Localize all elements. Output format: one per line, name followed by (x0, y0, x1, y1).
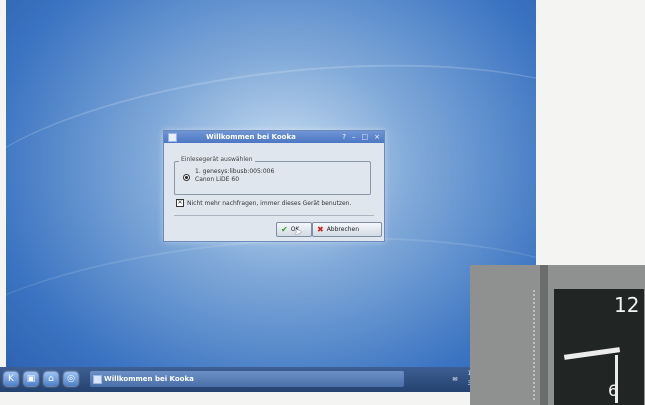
taskbar-task-kooka[interactable]: Willkommen bei Kooka (90, 371, 404, 387)
clock-face: 12 6 (554, 289, 644, 405)
dialog-titlebar[interactable]: Willkommen bei Kooka ? – □ × (164, 131, 384, 143)
device-name: Canon LiDE 60 (195, 176, 240, 183)
device-radio[interactable] (183, 174, 190, 181)
remember-device-option[interactable]: ✕ Nicht mehr nachfragen, immer dieses Ge… (176, 199, 351, 207)
monitor-screen: Willkommen bei Kooka ? – □ × Einlesegerä… (6, 0, 536, 392)
task-label: Willkommen bei Kooka (104, 375, 194, 383)
home-folder-icon[interactable]: ⌂ (44, 372, 58, 386)
mouse-pointer-icon: ➤ (294, 227, 303, 238)
clock-frame-edge (540, 265, 548, 405)
group-label: Einlesegerät auswählen (179, 156, 255, 163)
minimize-button[interactable]: – (352, 131, 356, 143)
welcome-dialog: Willkommen bei Kooka ? – □ × Einlesegerä… (163, 130, 385, 242)
taskbar: K ▣ ⌂ ◎ Willkommen bei Kooka ✉ 1 2 3 4 ⚙… (0, 367, 530, 392)
cancel-label: Abbrechen (326, 226, 360, 233)
kooka-app-icon (168, 133, 177, 142)
hour-hand (563, 347, 621, 360)
cancel-button[interactable]: ✖ Abbrechen (312, 222, 382, 237)
dialog-title: Willkommen bei Kooka (206, 133, 296, 141)
scanner-select-group: Einlesegerät auswählen 1. genesys:libusb… (174, 156, 371, 195)
close-button[interactable]: × (374, 131, 380, 143)
clock-twelve: 12 (614, 293, 640, 317)
device-label[interactable]: 1. genesys:libusb:005:006 Canon LiDE 60 (195, 168, 274, 184)
help-button[interactable]: ? (342, 131, 346, 143)
device-id: 1. genesys:libusb:005:006 (195, 168, 275, 175)
system-icon[interactable]: ▣ (24, 372, 38, 386)
minute-hand (615, 355, 618, 403)
maximize-button[interactable]: □ (362, 131, 369, 143)
remember-device-checkbox[interactable]: ✕ (176, 199, 184, 207)
dialog-separator (174, 215, 374, 216)
start-menu-icon[interactable]: K (4, 372, 18, 386)
remember-device-label: Nicht mehr nachfragen, immer dieses Gerä… (187, 199, 352, 207)
task-kooka-icon (93, 375, 102, 384)
browser-icon[interactable]: ◎ (64, 372, 78, 386)
check-icon: ✔ (281, 225, 288, 234)
cancel-icon: ✖ (317, 225, 324, 234)
window-controls: ? – □ × (342, 131, 380, 143)
tray-mail-icon[interactable]: ✉ (452, 376, 457, 383)
wall-clock-photo: 12 6 (470, 265, 645, 405)
clock-side-dots (533, 290, 539, 400)
